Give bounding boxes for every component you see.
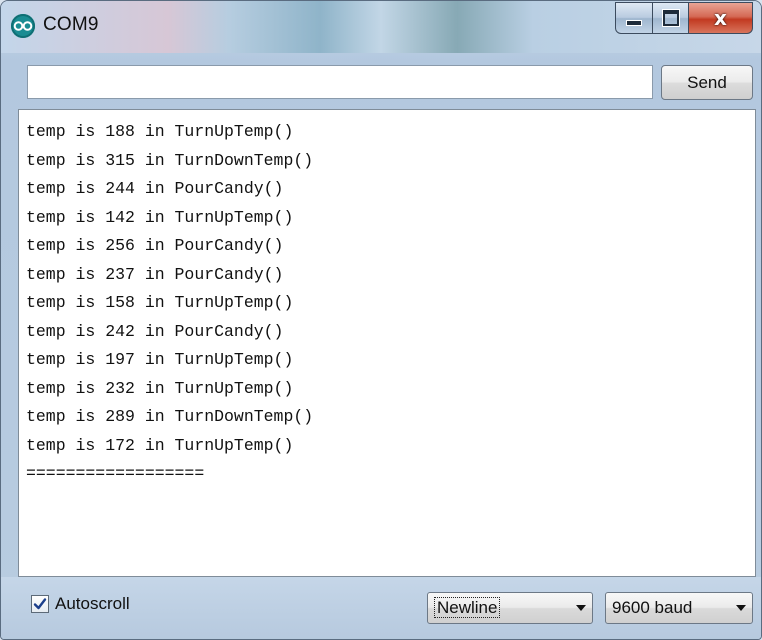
- window-title: COM9: [43, 14, 99, 35]
- output-line: temp is 256 in PourCandy(): [26, 236, 284, 255]
- minimize-icon: [626, 20, 642, 26]
- output-line: temp is 315 in TurnDownTemp(): [26, 150, 314, 170]
- arduino-logo-icon: [11, 14, 35, 38]
- title-bar[interactable]: COM9 x: [1, 1, 761, 53]
- output-line: temp is 289 in TurnDownTemp(): [26, 407, 314, 426]
- output-line: temp is 172 in TurnUpTemp(): [26, 435, 294, 455]
- close-button[interactable]: x: [689, 2, 753, 34]
- status-bar: Autoscroll Newline 9600 baud: [1, 577, 761, 639]
- baud-rate-select[interactable]: 9600 baud: [605, 592, 753, 624]
- close-icon: x: [714, 6, 727, 30]
- autoscroll-checkbox[interactable]: [31, 595, 49, 613]
- serial-output-area[interactable]: temp is 188 in TurnUpTemp() temp is 315 …: [18, 109, 756, 577]
- output-line: temp is 242 in PourCandy(): [26, 321, 284, 341]
- send-button[interactable]: Send: [661, 65, 753, 100]
- autoscroll-toggle[interactable]: Autoscroll: [31, 594, 130, 614]
- output-line: temp is 244 in PourCandy(): [26, 179, 284, 198]
- line-ending-select[interactable]: Newline: [427, 592, 593, 624]
- checkmark-icon: [33, 598, 47, 610]
- output-separator-line: ==================: [26, 464, 205, 483]
- autoscroll-label: Autoscroll: [55, 594, 130, 613]
- output-line: temp is 232 in TurnUpTemp(): [26, 378, 294, 398]
- maximize-icon: [662, 10, 679, 26]
- output-line: temp is 158 in TurnUpTemp(): [26, 293, 294, 312]
- minimize-button[interactable]: [615, 2, 653, 34]
- output-line: temp is 237 in PourCandy(): [26, 264, 284, 284]
- serial-send-input[interactable]: [27, 65, 653, 99]
- output-line: temp is 197 in TurnUpTemp(): [26, 350, 294, 369]
- baud-rate-value: 9600 baud: [612, 598, 693, 617]
- line-ending-value: Newline: [434, 597, 501, 618]
- serial-monitor-window: COM9 x Send temp is 188 in TurnUpTemp() …: [0, 0, 762, 640]
- output-line: temp is 188 in TurnUpTemp(): [26, 122, 294, 141]
- chevron-down-icon: [730, 605, 752, 611]
- window-controls: x: [615, 2, 753, 36]
- chevron-down-icon: [570, 605, 592, 611]
- output-line: temp is 142 in TurnUpTemp(): [26, 207, 294, 227]
- maximize-button[interactable]: [653, 2, 689, 34]
